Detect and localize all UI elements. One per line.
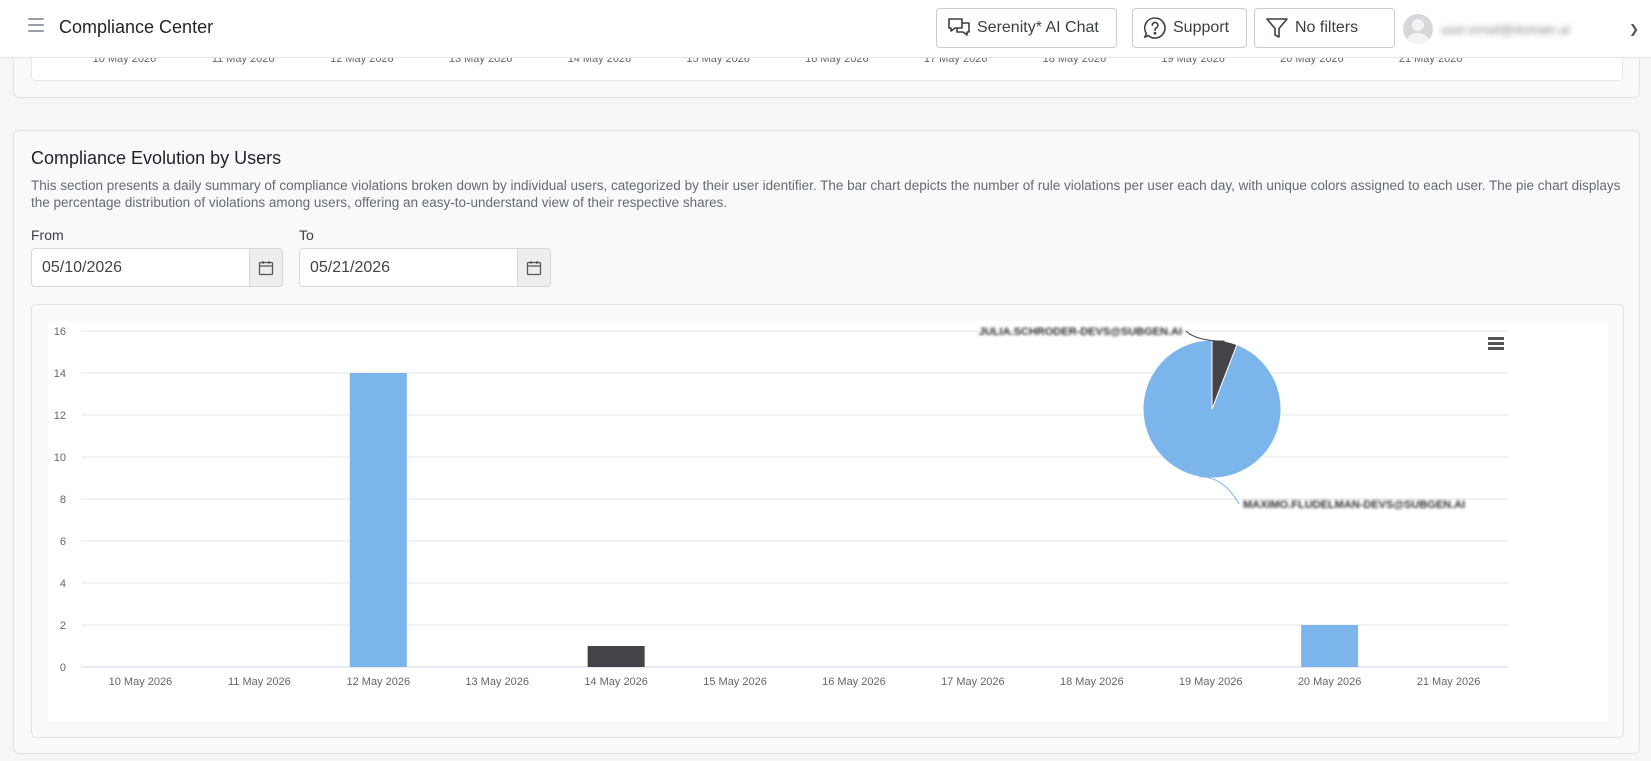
calendar-icon (526, 260, 542, 275)
y-tick-label: 16 (54, 326, 66, 338)
x-tick-label: 15 May 2026 (703, 676, 767, 688)
pie-data-label: MAXIMO.FLUDELMAN-DEVS@SUBGEN.AI (1243, 499, 1465, 511)
bar (349, 373, 407, 667)
y-tick-label: 8 (60, 494, 66, 506)
chart-menu-icon[interactable] (1488, 337, 1504, 350)
avatar (1403, 14, 1433, 44)
ai-chat-button[interactable]: Serenity* AI Chat (936, 8, 1117, 48)
x-tick-label: 13 May 2026 (465, 676, 529, 688)
y-tick-label: 6 (60, 536, 66, 548)
x-tick-label: 12 May 2026 (346, 676, 410, 688)
filters-button[interactable]: No filters (1254, 8, 1395, 48)
from-date-field (31, 248, 283, 287)
y-tick-label: 14 (54, 368, 66, 380)
compliance-users-panel: Compliance Evolution by Users This secti… (13, 130, 1640, 754)
x-tick-label: 10 May 2026 (109, 676, 173, 688)
to-calendar-button[interactable] (517, 249, 550, 286)
calendar-icon (258, 260, 274, 275)
y-tick-label: 2 (60, 620, 66, 632)
user-menu[interactable]: user.email@domain.ai ❯ (1403, 10, 1645, 48)
y-tick-label: 10 (54, 452, 66, 464)
ai-chat-label: Serenity* AI Chat (977, 19, 1099, 36)
chart-container: 0 2 4 6 8 10 12 14 16 10 May 2026 11 May 2026 12 M… (31, 304, 1624, 738)
to-date-input[interactable] (300, 249, 517, 286)
from-date-input[interactable] (32, 249, 249, 286)
bar (1301, 625, 1359, 667)
user-email: user.email@domain.ai (1441, 21, 1570, 37)
x-tick-label: 11 May 2026 (228, 676, 291, 688)
x-tick-label: 14 May 2026 (584, 676, 648, 688)
help-bubble-icon (1143, 17, 1166, 39)
section-description: This section presents a daily summary of… (31, 178, 1621, 210)
to-label: To (299, 227, 314, 243)
bar (587, 646, 645, 667)
y-tick-label: 4 (60, 578, 66, 590)
section-title: Compliance Evolution by Users (31, 148, 282, 168)
from-label: From (31, 227, 64, 243)
y-tick-label: 0 (60, 662, 66, 674)
from-calendar-button[interactable] (249, 249, 282, 286)
to-date-field (299, 248, 551, 287)
violations-chart: 0 2 4 6 8 10 12 14 16 10 May 2026 11 May 2026 12 M… (48, 321, 1608, 721)
pie-data-label: JULIA.SCHRODER-DEVS@SUBGEN.AI (979, 326, 1182, 338)
x-tick-label: 19 May 2026 (1179, 676, 1243, 688)
chart-background (48, 321, 1608, 721)
x-tick-label: 16 May 2026 (822, 676, 886, 688)
x-tick-label: 20 May 2026 (1298, 676, 1362, 688)
support-button[interactable]: Support (1132, 8, 1247, 48)
chat-bubbles-icon (948, 18, 970, 36)
y-tick-label: 12 (54, 410, 66, 422)
filters-label: No filters (1295, 19, 1359, 36)
x-tick-label: 18 May 2026 (1060, 676, 1124, 688)
x-tick-label: 17 May 2026 (941, 676, 1005, 688)
chevron-down-icon: ❯ (1629, 22, 1640, 36)
menu-icon[interactable] (28, 18, 44, 32)
top-bar: Compliance Center Serenity* AI Chat Supp… (0, 0, 1651, 58)
x-tick-label: 21 May 2026 (1417, 676, 1481, 688)
support-label: Support (1173, 19, 1230, 36)
app-title: Compliance Center (59, 17, 214, 37)
filter-funnel-icon (1266, 18, 1288, 38)
